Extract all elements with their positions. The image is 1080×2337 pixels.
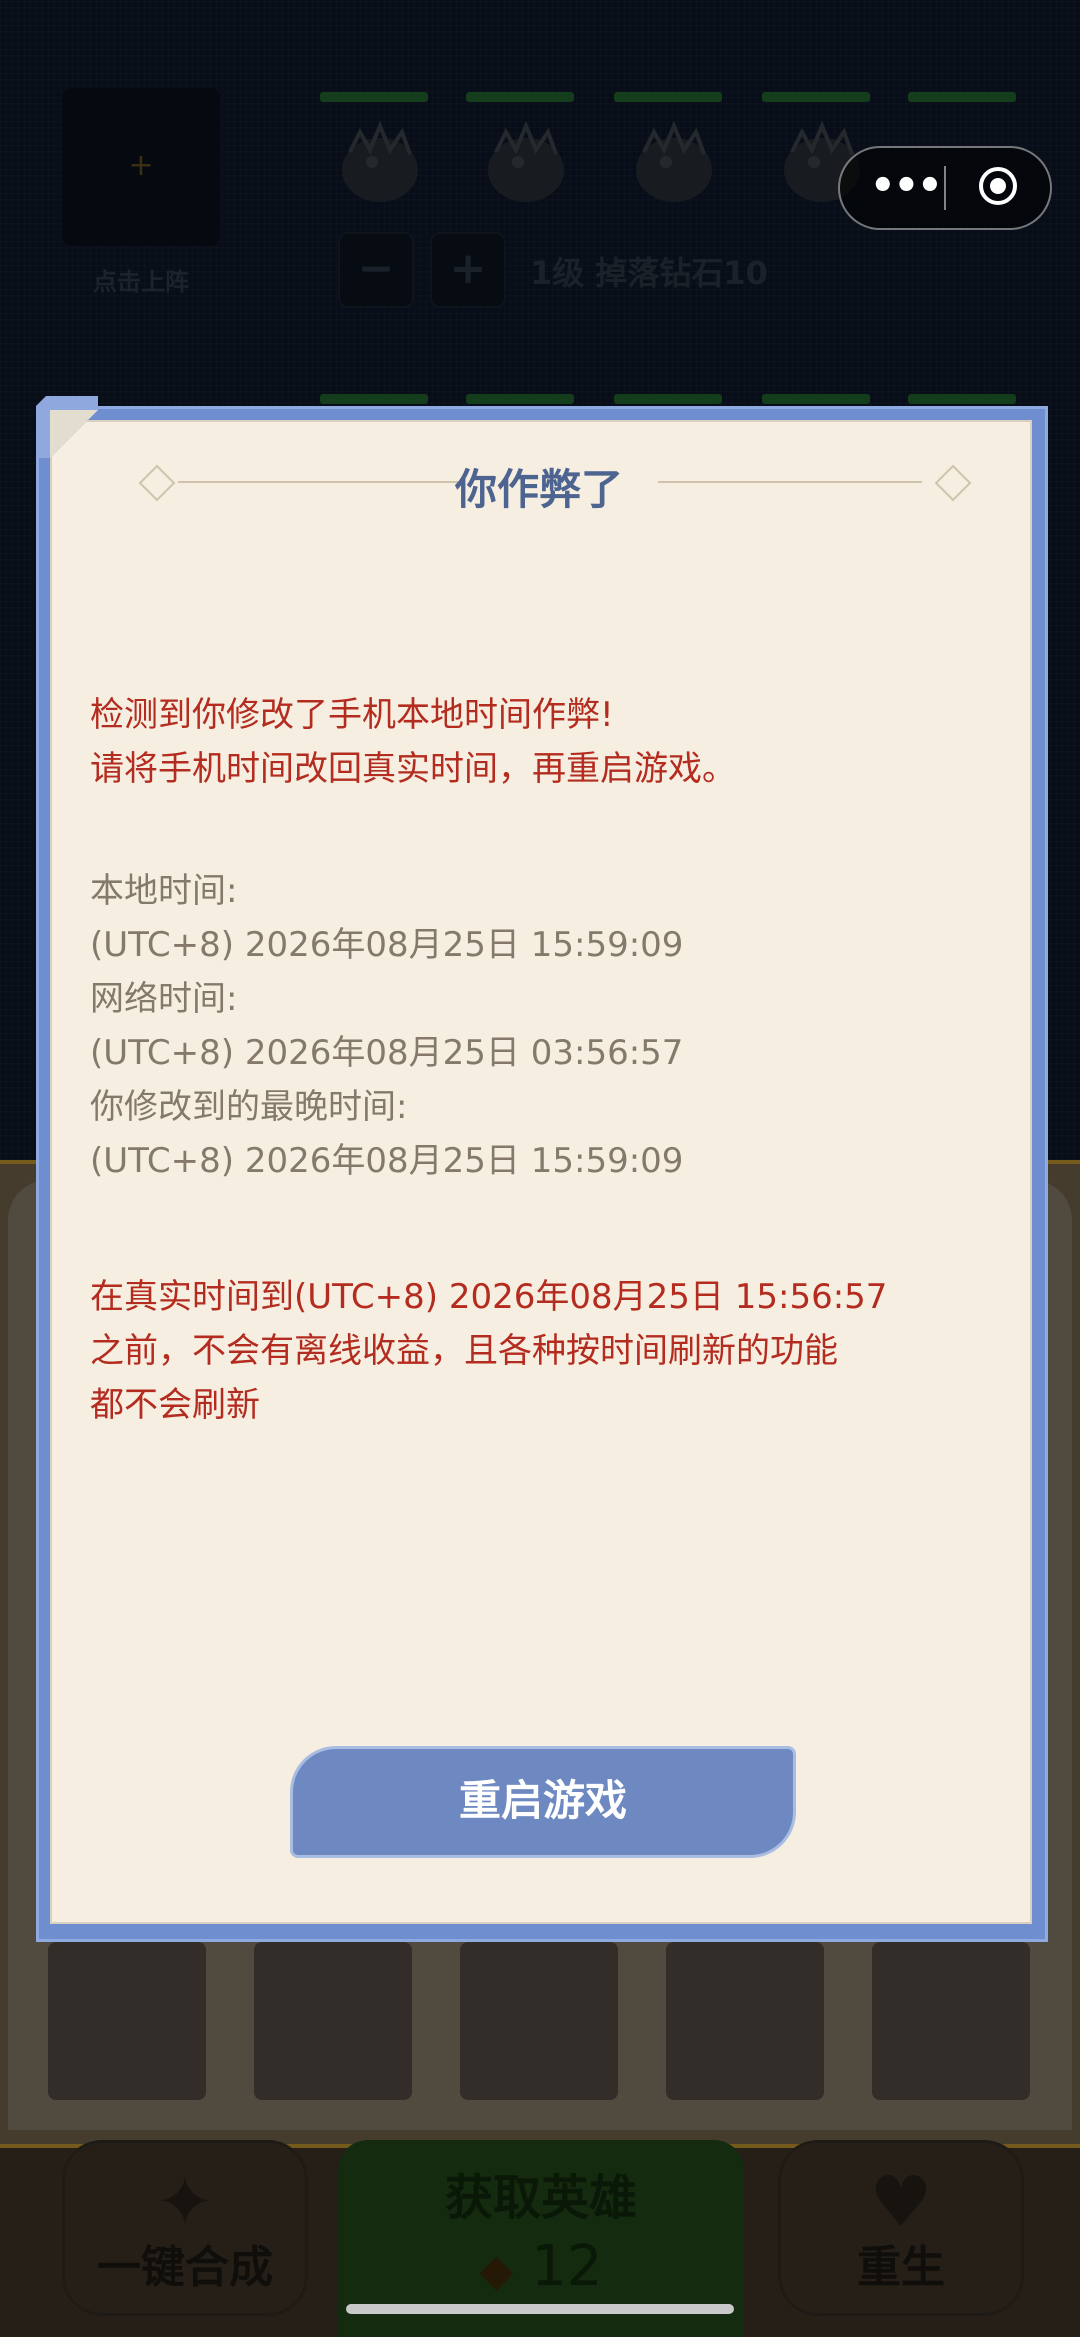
notice-line: 在真实时间到(UTC+8) 2026年08月25日 15:56:57 xyxy=(90,1277,888,1317)
target-close-icon[interactable] xyxy=(978,166,1018,206)
latest-time-label: 你修改到的最晚时间: xyxy=(90,1087,408,1127)
local-time-value: (UTC+8) 2026年08月25日 15:59:09 xyxy=(90,925,684,965)
notice-line: 都不会刷新 xyxy=(90,1385,260,1425)
dialog-title-row: 你作弊了 xyxy=(50,450,1028,514)
restart-game-button[interactable]: 重启游戏 xyxy=(290,1746,796,1858)
time-info: 本地时间: (UTC+8) 2026年08月25日 15:59:09 网络时间:… xyxy=(90,864,990,1188)
dialog-title: 你作弊了 xyxy=(454,465,623,514)
notice-line: 之前，不会有离线收益，且各种按时间刷新的功能 xyxy=(90,1331,838,1371)
warning-line: 请将手机时间改回真实时间，再重启游戏。 xyxy=(90,749,736,789)
folded-corner-icon xyxy=(36,396,98,458)
notice-text: 在真实时间到(UTC+8) 2026年08月25日 15:56:57 之前，不会… xyxy=(90,1270,990,1432)
network-time-value: (UTC+8) 2026年08月25日 03:56:57 xyxy=(90,1033,684,1073)
warning-line: 检测到你修改了手机本地时间作弊! xyxy=(90,695,614,735)
miniprogram-capsule: ••• xyxy=(838,146,1052,230)
network-time-label: 网络时间: xyxy=(90,979,238,1019)
home-indicator[interactable] xyxy=(346,2304,734,2314)
latest-time-value: (UTC+8) 2026年08月25日 15:59:09 xyxy=(90,1141,684,1181)
capsule-divider xyxy=(944,166,946,210)
more-dots-icon[interactable]: ••• xyxy=(870,148,943,228)
title-divider-line xyxy=(658,481,922,483)
warning-text: 检测到你修改了手机本地时间作弊! 请将手机时间改回真实时间，再重启游戏。 xyxy=(90,688,990,796)
local-time-label: 本地时间: xyxy=(90,871,238,911)
